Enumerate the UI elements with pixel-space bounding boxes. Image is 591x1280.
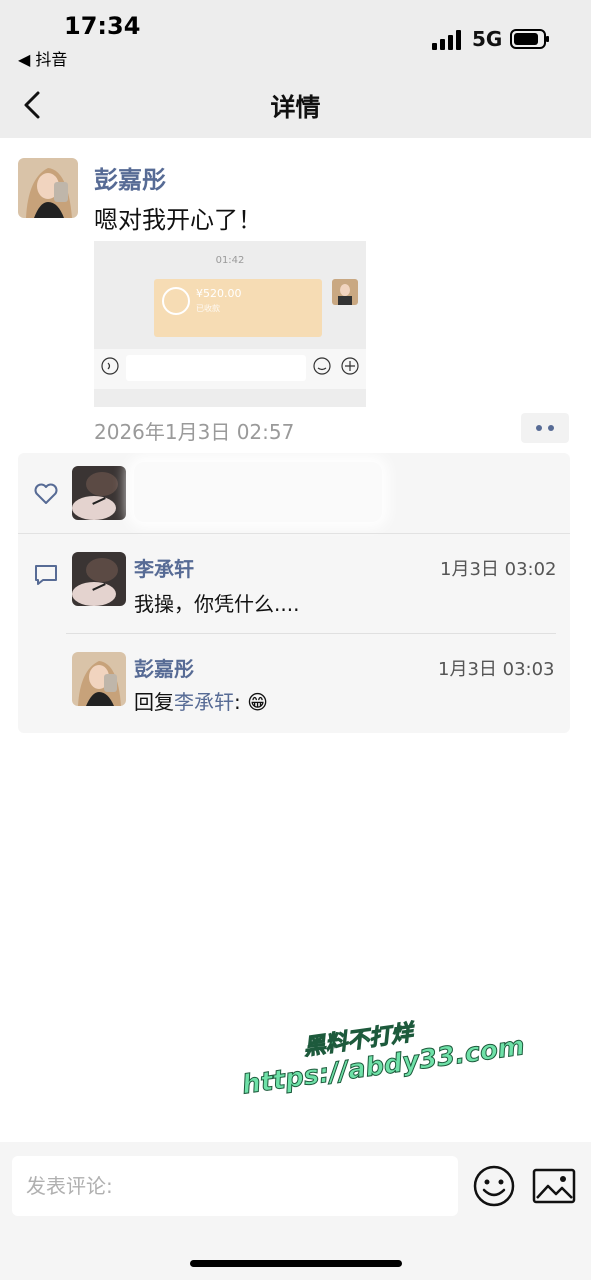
comment-input[interactable] bbox=[12, 1156, 458, 1216]
dot-icon bbox=[548, 425, 554, 431]
heart-icon bbox=[34, 483, 58, 504]
home-indicator[interactable] bbox=[190, 1260, 402, 1267]
dot-icon bbox=[536, 425, 542, 431]
signal-icon bbox=[432, 30, 461, 50]
emoji-icon bbox=[313, 357, 331, 375]
screenshot-text-field bbox=[126, 355, 306, 381]
redacted-likes bbox=[134, 462, 382, 522]
comment-divider bbox=[66, 633, 556, 634]
post-timestamp: 2026年1月3日 02:57 bbox=[94, 420, 295, 444]
transfer-card: ¥520.00 已收款 bbox=[154, 279, 322, 337]
plus-icon bbox=[341, 357, 359, 375]
transfer-amount: ¥520.00 bbox=[196, 287, 242, 300]
screenshot-avatar bbox=[332, 279, 358, 305]
voice-icon bbox=[101, 357, 119, 375]
screenshot-input-bar bbox=[94, 349, 366, 389]
grin-emoji: 😁 bbox=[247, 690, 268, 714]
image-button-icon[interactable] bbox=[532, 1166, 576, 1206]
network-type: 5G bbox=[472, 27, 503, 51]
transfer-status: 已收款 bbox=[196, 304, 220, 313]
comment-icon bbox=[35, 565, 57, 585]
status-time: 17:34 bbox=[64, 12, 141, 40]
back-to-app-link[interactable]: ◀ 抖音 bbox=[18, 46, 67, 70]
commenter-avatar[interactable] bbox=[72, 552, 126, 606]
likes-divider bbox=[18, 533, 570, 534]
check-icon bbox=[162, 287, 190, 315]
comment-text[interactable]: 我操，你凭什么.... bbox=[134, 588, 299, 617]
post-image[interactable]: 01:42 ¥520.00 已收款 bbox=[94, 241, 366, 407]
screenshot-time: 01:42 bbox=[215, 255, 245, 266]
reply-target[interactable]: 李承轩 bbox=[174, 690, 234, 714]
comment-author[interactable]: 彭嘉彤 bbox=[134, 653, 194, 682]
post-text: 嗯对我开心了！ bbox=[94, 206, 262, 234]
liker-avatar[interactable] bbox=[72, 466, 126, 520]
commenter-avatar[interactable] bbox=[72, 652, 126, 706]
more-options-button[interactable] bbox=[521, 413, 569, 443]
poster-avatar[interactable] bbox=[18, 158, 78, 218]
watermark: 黑料不打烊 https://abdy33.com bbox=[236, 1002, 527, 1119]
emoji-button-icon[interactable] bbox=[472, 1164, 516, 1208]
page-title: 详情 bbox=[270, 93, 321, 122]
reply-prefix: 回复 bbox=[134, 690, 174, 714]
comment-time: 1月3日 03:03 bbox=[438, 659, 555, 680]
battery-icon bbox=[510, 29, 549, 49]
poster-name[interactable]: 彭嘉彤 bbox=[94, 160, 166, 195]
reply-colon: : bbox=[234, 690, 241, 714]
comment-text[interactable]: 回复李承轩: 😁 bbox=[134, 686, 268, 715]
comment-author[interactable]: 李承轩 bbox=[134, 553, 194, 582]
comment-time: 1月3日 03:02 bbox=[440, 559, 557, 580]
